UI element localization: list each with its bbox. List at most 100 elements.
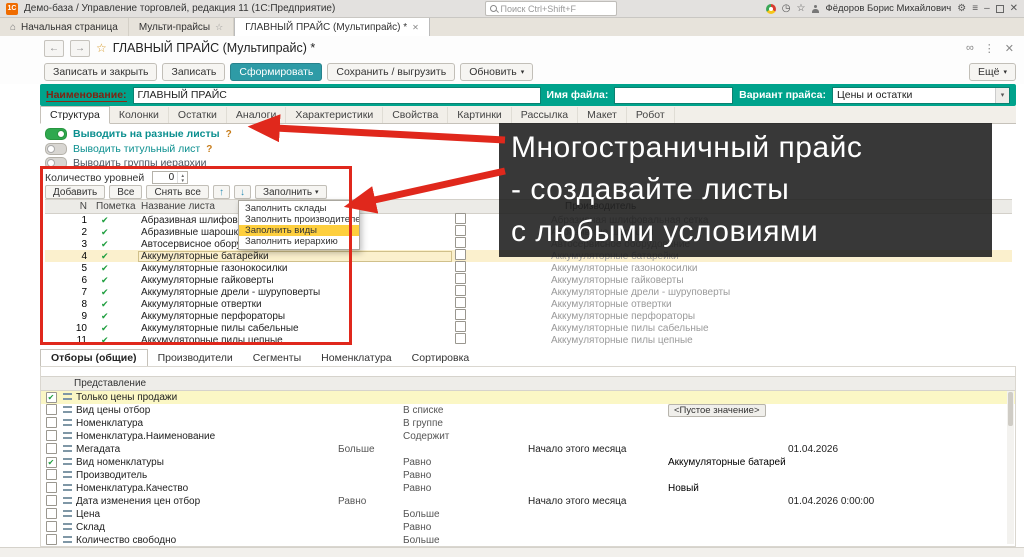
service-menu-icon[interactable]: ≡ [972, 3, 978, 14]
more-button[interactable]: Ещё ▾ [969, 63, 1016, 81]
favorites-star-icon[interactable]: ☆ [797, 3, 806, 14]
row-check-icon[interactable]: ✔ [93, 287, 138, 298]
filter-checkbox[interactable] [45, 520, 57, 532]
row-check-icon[interactable]: ✔ [93, 239, 138, 250]
file-name-input[interactable] [614, 86, 734, 104]
save-button[interactable]: Записать [162, 63, 226, 81]
row-check-icon[interactable]: ✔ [93, 299, 138, 310]
move-down-button[interactable]: ↓ [233, 185, 251, 199]
row-check-icon[interactable]: ✔ [93, 275, 138, 286]
form-tab[interactable]: Характеристики [286, 107, 384, 123]
filter-checkbox[interactable] [45, 429, 57, 441]
check-all-button[interactable]: Все [109, 185, 143, 199]
row-check-icon[interactable]: ✔ [93, 311, 138, 322]
close-tab-icon[interactable]: ✕ [412, 23, 419, 32]
form-tab[interactable]: Картинки [448, 107, 512, 123]
sheet-name-cell[interactable]: Аккумуляторные гайковерты [138, 275, 452, 286]
filter-row[interactable]: Производитель Равно [41, 468, 1015, 482]
back-button[interactable]: ← [44, 39, 64, 57]
favorite-star-icon[interactable]: ☆ [96, 41, 107, 55]
levels-stepper[interactable]: 0 ▲ ▼ [152, 171, 189, 184]
row-check-icon[interactable]: ✔ [93, 251, 138, 262]
close-window-button[interactable]: ✕ [1010, 3, 1018, 14]
filter-row[interactable]: Мегадата Больше Начало этого месяца 01.04.2… [41, 442, 1015, 456]
checkbox-empty[interactable] [455, 333, 466, 344]
filter-row[interactable]: Номенклатура.Качество Равно Новый [41, 481, 1015, 495]
get-link-icon[interactable]: ∞ [966, 42, 974, 55]
filter-row[interactable]: Вид цены отбор В списке <Пустое значение> [41, 403, 1015, 417]
more-kebab-icon[interactable]: ⋮ [984, 42, 995, 55]
filter-tab[interactable]: Номенклатура [311, 350, 401, 366]
row-check-icon[interactable]: ✔ [93, 323, 138, 334]
refresh-button[interactable]: Обновить ▾ [460, 63, 534, 81]
sheet-name-cell[interactable]: Аккумуляторные батарейки [138, 251, 452, 262]
checkbox-empty[interactable] [455, 225, 466, 236]
fill-button[interactable]: Заполнить ▾ [254, 185, 327, 199]
levels-value[interactable]: 0 [153, 172, 177, 183]
filter-checkbox[interactable] [45, 468, 57, 480]
filter-checkbox[interactable] [45, 416, 57, 428]
checkbox-empty[interactable] [455, 273, 466, 284]
form-tab[interactable]: Остатки [169, 107, 227, 123]
checkbox-empty[interactable] [455, 297, 466, 308]
filter-checkbox[interactable] [45, 403, 57, 415]
form-tab[interactable]: Макет [578, 107, 627, 123]
uncheck-all-button[interactable]: Снять все [146, 185, 209, 199]
menu-item[interactable]: Заполнить виды [239, 225, 359, 236]
sheet-name-cell[interactable]: Аккумуляторные газонокосилки [138, 263, 452, 274]
price-variant-select[interactable]: Цены и остатки ▾ [832, 86, 1010, 104]
tab-main-price-active[interactable]: ГЛАВНЫЙ ПРАЙС (Мультипрайс) * ✕ [234, 18, 430, 36]
filter-tab[interactable]: Отборы (общие) [40, 349, 148, 367]
toggle-switch[interactable] [45, 143, 67, 155]
form-tab[interactable]: Аналоги [227, 107, 287, 123]
close-form-icon[interactable]: ✕ [1005, 42, 1014, 55]
chevron-down-icon[interactable]: ▾ [995, 87, 1009, 103]
filter-checkbox[interactable] [45, 481, 57, 493]
filter-row[interactable]: Цена Больше [41, 507, 1015, 521]
save-export-button[interactable]: Сохранить / выгрузить [327, 63, 456, 81]
move-up-button[interactable]: ↑ [212, 185, 230, 199]
empty-value-chip[interactable]: <Пустое значение> [668, 404, 766, 417]
update-status-icon[interactable] [765, 3, 776, 14]
menu-item[interactable]: Заполнить иерархию [239, 236, 359, 247]
checkbox-empty[interactable] [455, 237, 466, 248]
filter-checkbox[interactable]: ✔ [45, 392, 57, 403]
col-header-presentation[interactable]: Представление [74, 378, 146, 389]
checkbox-empty[interactable] [455, 285, 466, 296]
generate-button[interactable]: Сформировать [230, 63, 323, 81]
filter-checkbox[interactable] [45, 494, 57, 506]
save-close-button[interactable]: Записать и закрыть [44, 63, 158, 81]
menu-item[interactable]: Заполнить склады [239, 203, 359, 214]
row-check-icon[interactable]: ✔ [93, 227, 138, 238]
scrollbar-thumb[interactable] [1008, 392, 1013, 426]
form-tab[interactable]: Колонки [110, 107, 169, 123]
table-row[interactable]: 11 ✔ Аккумуляторные пилы цепные Аккумулятор… [45, 333, 1012, 346]
forward-button[interactable]: → [70, 39, 90, 57]
filter-tab[interactable]: Сортировка [402, 350, 480, 366]
history-icon[interactable]: ◷ [782, 3, 791, 14]
filter-checkbox[interactable] [45, 507, 57, 519]
checkbox-empty[interactable] [455, 213, 466, 224]
name-input[interactable]: ГЛАВНЫЙ ПРАЙС [132, 86, 541, 104]
current-user[interactable]: Фёдоров Борис Михайлович [825, 3, 951, 14]
filter-row[interactable]: ✔ Только цены продажи [41, 391, 1015, 404]
filter-row[interactable]: ✔ Вид номенклатуры Равно Аккумуляторные бат… [41, 456, 1015, 469]
checkbox-empty[interactable] [455, 321, 466, 332]
tab-multiprice-list[interactable]: Мульти-прайсы ☆ [129, 18, 235, 36]
checkbox-empty[interactable] [455, 309, 466, 320]
form-tab[interactable]: Робот [627, 107, 675, 123]
row-check-icon[interactable]: ✔ [93, 335, 138, 346]
menu-item[interactable]: Заполнить производителей [239, 214, 359, 225]
add-row-button[interactable]: Добавить [45, 185, 106, 199]
toggle-switch[interactable] [45, 157, 67, 169]
checkbox-empty[interactable] [455, 261, 466, 272]
sheet-name-cell[interactable]: Аккумуляторные дрели - шуруповерты [138, 287, 452, 298]
form-tab[interactable]: Свойства [383, 107, 449, 123]
sheet-name-cell[interactable]: Аккумуляторные пилы цепные [138, 335, 452, 346]
hint-question-icon[interactable]: ? [226, 129, 232, 140]
global-search-input[interactable]: Поиск Ctrl+Shift+F [484, 1, 617, 16]
toggle-hierarchy-groups[interactable]: Выводить группы иерархии [45, 157, 207, 169]
filter-row[interactable]: Номенклатура В группе [41, 416, 1015, 430]
sheet-name-cell[interactable]: Аккумуляторные отвертки [138, 299, 452, 310]
filter-checkbox[interactable]: ✔ [45, 457, 57, 468]
